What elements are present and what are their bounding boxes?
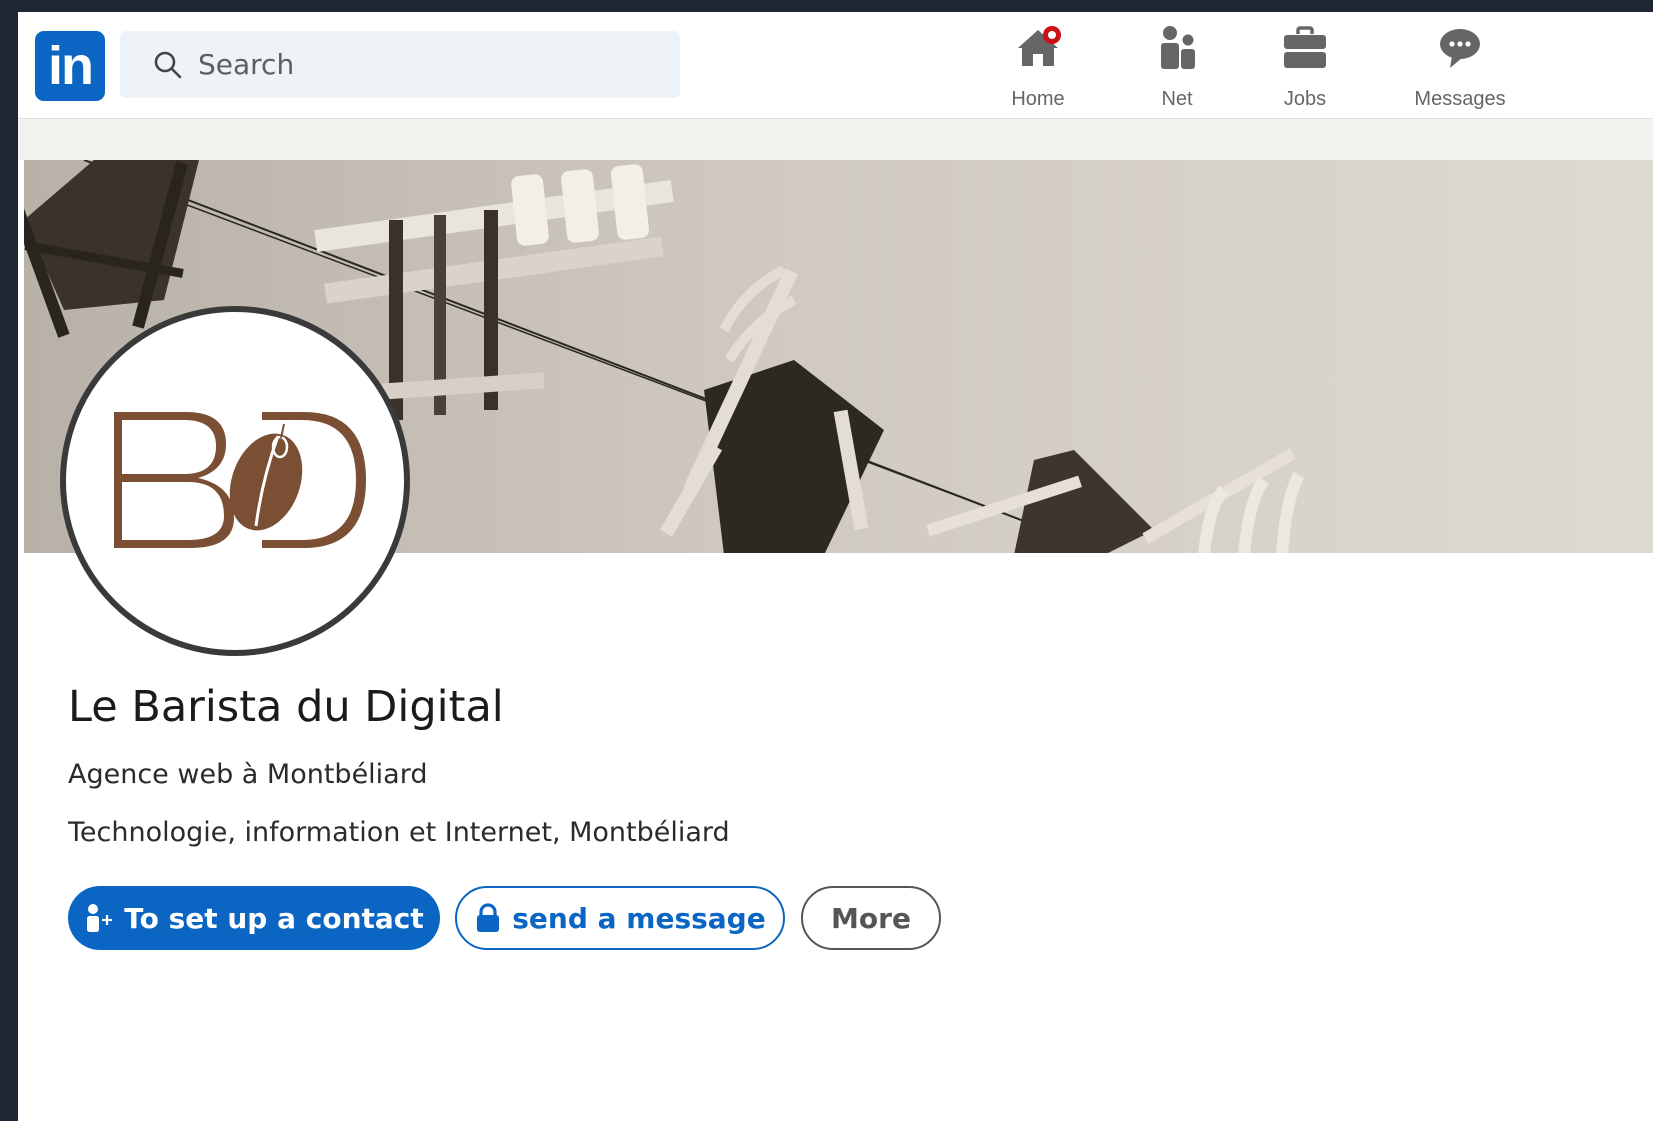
connect-button-label: To set up a contact xyxy=(124,901,424,935)
home-icon xyxy=(1018,26,1061,66)
company-logo-avatar[interactable] xyxy=(60,306,410,656)
connect-button[interactable]: To set up a contact xyxy=(68,886,440,950)
nav-item-home[interactable]: Home xyxy=(973,24,1103,114)
page-background-strip xyxy=(18,119,1653,160)
company-name: Le Barista du Digital xyxy=(68,682,504,732)
nav-label-jobs: Jobs xyxy=(1283,88,1327,110)
search-icon xyxy=(154,51,182,78)
app-window: in Home Net xyxy=(18,12,1653,1121)
search-input[interactable] xyxy=(196,47,620,82)
briefcase-icon xyxy=(1284,26,1326,68)
bd-logo-icon xyxy=(114,412,366,548)
nav-item-jobs[interactable]: Jobs xyxy=(1240,24,1370,114)
nav-item-net[interactable]: Net xyxy=(1112,24,1242,114)
people-icon xyxy=(1161,26,1195,69)
send-message-button[interactable]: send a message xyxy=(455,886,785,950)
nav-item-messages[interactable]: Messages xyxy=(1395,24,1525,114)
more-button[interactable]: More xyxy=(801,886,941,950)
company-industry: Technologie, information et Internet, Mo… xyxy=(68,817,730,848)
nav-label-messages: Messages xyxy=(1414,88,1506,110)
add-person-icon xyxy=(87,904,113,932)
linkedin-logo[interactable]: in xyxy=(35,31,105,101)
nav-label-home: Home xyxy=(1011,88,1065,110)
nav-label-net: Net xyxy=(1161,88,1193,110)
send-message-button-label: send a message xyxy=(512,901,766,935)
lock-icon xyxy=(477,903,500,932)
search-box[interactable] xyxy=(120,31,680,98)
company-tagline: Agence web à Montbéliard xyxy=(68,759,428,790)
chat-bubble-icon xyxy=(1440,29,1480,68)
top-navigation: in Home Net xyxy=(18,12,1653,119)
more-button-label: More xyxy=(831,901,911,935)
